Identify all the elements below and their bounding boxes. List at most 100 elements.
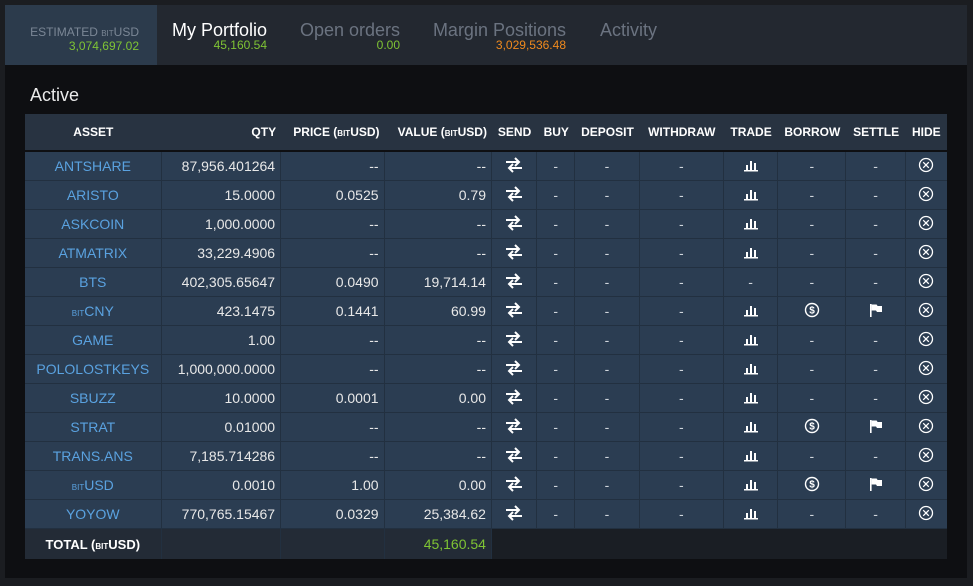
asset-price: -- (281, 152, 385, 181)
chart-icon[interactable] (743, 332, 759, 349)
close-circle-icon[interactable] (918, 505, 934, 524)
svg-text:$: $ (809, 479, 815, 490)
transfer-icon[interactable] (505, 359, 523, 379)
buy-cell: - (537, 500, 576, 529)
withdraw-cell: - (639, 181, 724, 210)
transfer-icon[interactable] (505, 156, 523, 176)
transfer-icon[interactable] (505, 214, 523, 234)
transfer-icon[interactable] (505, 272, 523, 292)
borrow-cell: - (778, 384, 847, 413)
trade-cell (723, 413, 779, 442)
column-header-borrow: BORROW (778, 114, 847, 152)
hide-cell (905, 239, 947, 268)
borrow-cell: - (778, 268, 847, 297)
borrow-cell: - (778, 355, 847, 384)
close-circle-icon[interactable] (918, 244, 934, 263)
asset-name-link[interactable]: STRAT (25, 413, 162, 442)
chart-icon[interactable] (743, 245, 759, 262)
column-header-qty[interactable]: QTY (161, 114, 282, 152)
flag-icon[interactable] (868, 302, 884, 321)
settle-cell (846, 297, 906, 326)
close-circle-icon[interactable] (918, 331, 934, 350)
asset-name-link[interactable]: ARISTO (25, 181, 162, 210)
column-header-value[interactable]: VALUE (BITUSD) (384, 114, 492, 152)
deposit-cell: - (575, 210, 640, 239)
close-circle-icon[interactable] (918, 418, 934, 437)
chart-icon[interactable] (743, 390, 759, 407)
tab-activity[interactable]: Activity (595, 5, 657, 65)
borrow-cell: $ (778, 471, 847, 500)
asset-name-link[interactable]: BITUSD (25, 471, 162, 500)
transfer-icon[interactable] (505, 185, 523, 205)
chart-icon[interactable] (743, 477, 759, 494)
asset-name-link[interactable]: BITCNY (25, 297, 162, 326)
flag-icon[interactable] (868, 476, 884, 495)
table-row: GAME 1.00 -- -- - - - - - (25, 326, 947, 355)
send-cell (491, 355, 538, 384)
asset-name-link[interactable]: BTS (25, 268, 162, 297)
hide-cell (905, 500, 947, 529)
close-circle-icon[interactable] (918, 476, 934, 495)
tab-estimated-value[interactable]: ESTIMATED BITUSD 3,074,697.02 (5, 5, 157, 65)
transfer-icon[interactable] (505, 504, 523, 524)
asset-qty: 770,765.15467 (161, 500, 282, 529)
asset-name-link[interactable]: TRANS.ANS (25, 442, 162, 471)
chart-icon[interactable] (743, 158, 759, 175)
transfer-icon[interactable] (505, 330, 523, 350)
withdraw-cell: - (639, 500, 724, 529)
close-circle-icon[interactable] (918, 157, 934, 176)
trade-cell (723, 181, 779, 210)
dollar-icon[interactable]: $ (804, 476, 820, 495)
asset-name-link[interactable]: POLOLOSTKEYS (25, 355, 162, 384)
tab-my-portfolio[interactable]: My Portfolio 45,160.54 (170, 5, 267, 65)
column-header-buy: BUY (537, 114, 576, 152)
chart-icon[interactable] (743, 216, 759, 233)
asset-price: 0.0001 (281, 384, 385, 413)
asset-name-link[interactable]: ATMATRIX (25, 239, 162, 268)
close-circle-icon[interactable] (918, 215, 934, 234)
close-circle-icon[interactable] (918, 389, 934, 408)
asset-name-link[interactable]: GAME (25, 326, 162, 355)
asset-value: -- (384, 413, 492, 442)
chart-icon[interactable] (743, 506, 759, 523)
table-row: SBUZZ 10.0000 0.0001 0.00- - - - - (25, 384, 947, 413)
asset-price: -- (281, 326, 385, 355)
asset-name-link[interactable]: SBUZZ (25, 384, 162, 413)
asset-name-link[interactable]: ANTSHARE (25, 152, 162, 181)
asset-value: -- (384, 210, 492, 239)
asset-name-link[interactable]: ASKCOIN (25, 210, 162, 239)
asset-qty: 0.01000 (161, 413, 282, 442)
transfer-icon[interactable] (505, 388, 523, 408)
hide-cell (905, 152, 947, 181)
tab-margin-positions[interactable]: Margin Positions 3,029,536.48 (430, 5, 566, 65)
dollar-icon[interactable]: $ (804, 302, 820, 321)
transfer-icon[interactable] (505, 446, 523, 466)
chart-icon[interactable] (743, 303, 759, 320)
column-header-price[interactable]: PRICE (BITUSD) (281, 114, 385, 152)
column-header-asset[interactable]: ASSET (25, 114, 162, 152)
close-circle-icon[interactable] (918, 302, 934, 321)
close-circle-icon[interactable] (918, 273, 934, 292)
hide-cell (905, 268, 947, 297)
close-circle-icon[interactable] (918, 186, 934, 205)
asset-name-link[interactable]: YOYOW (25, 500, 162, 529)
asset-value: -- (384, 326, 492, 355)
asset-price: -- (281, 413, 385, 442)
tab-open-orders[interactable]: Open orders 0.00 (295, 5, 400, 65)
transfer-icon[interactable] (505, 417, 523, 437)
dollar-icon[interactable]: $ (804, 418, 820, 437)
close-circle-icon[interactable] (918, 360, 934, 379)
settle-cell: - (846, 500, 906, 529)
tab-open-orders-amount: 0.00 (376, 38, 400, 52)
transfer-icon[interactable] (505, 301, 523, 321)
transfer-icon[interactable] (505, 243, 523, 263)
transfer-icon[interactable] (505, 475, 523, 495)
chart-icon[interactable] (743, 448, 759, 465)
asset-qty: 10.0000 (161, 384, 282, 413)
flag-icon[interactable] (868, 418, 884, 437)
asset-value: -- (384, 152, 492, 181)
chart-icon[interactable] (743, 187, 759, 204)
close-circle-icon[interactable] (918, 447, 934, 466)
chart-icon[interactable] (743, 419, 759, 436)
chart-icon[interactable] (743, 361, 759, 378)
